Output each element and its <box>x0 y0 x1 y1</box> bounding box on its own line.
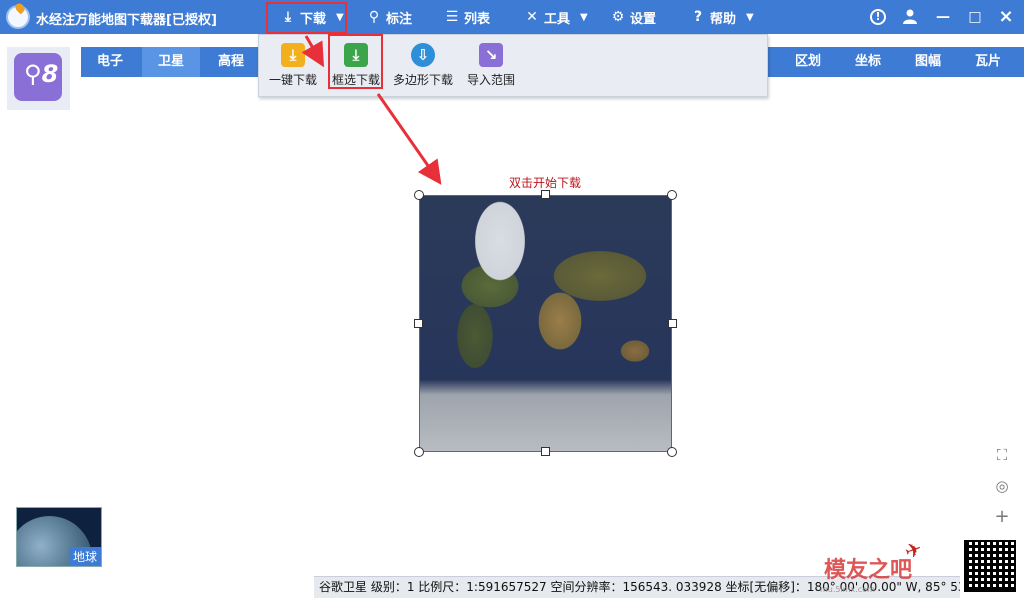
menu-list-label: 列表 <box>464 11 491 27</box>
tab-electronic[interactable]: 电子 <box>81 47 139 77</box>
info-icon[interactable]: ! <box>870 9 886 25</box>
polygon-download-icon: ⇩ <box>411 43 435 67</box>
menu-tools-label: 工具 <box>544 11 571 27</box>
resize-handle-top-right[interactable] <box>667 190 677 200</box>
maximize-button[interactable]: □ <box>966 8 984 26</box>
polygon-download-label: 多边形下载 <box>392 73 453 87</box>
resize-handle-bottom[interactable] <box>541 447 550 456</box>
resize-handle-right[interactable] <box>668 319 677 328</box>
map-logo: ⚲8 <box>7 47 70 110</box>
resize-handle-bottom-right[interactable] <box>667 447 677 457</box>
menu-annotate[interactable]: ⚲ 标注 <box>366 7 412 27</box>
app-title: 水经注万能地图下载器[已授权] <box>36 13 217 28</box>
globe-label: 地球 <box>68 547 101 566</box>
minimize-button[interactable]: — <box>934 8 952 26</box>
arrow-to-selection <box>376 93 442 185</box>
list-icon: ☰ <box>445 9 459 25</box>
tools-icon: ✕ <box>526 9 538 25</box>
selected-map-area[interactable] <box>419 195 672 452</box>
chevron-down-icon: ▼ <box>746 11 754 23</box>
menu-tools[interactable]: ✕ 工具 ▼ <box>524 7 588 27</box>
title-bar: 水经注万能地图下载器[已授权] ⤓ 下载 ▼ ⚲ 标注 ☰ 列表 ✕ 工具 ▼ … <box>0 0 1024 34</box>
menu-list[interactable]: ☰ 列表 <box>444 7 490 27</box>
download-tray-icon: ⤓ <box>281 43 305 67</box>
locate-icon[interactable]: ◎ <box>993 477 1011 495</box>
map-location-icon: ⚲8 <box>14 53 62 101</box>
tab-district[interactable]: 区划 <box>779 47 837 77</box>
fullscreen-icon[interactable]: ⛶ <box>993 446 1011 464</box>
tab-satellite[interactable]: 卫星 <box>142 47 200 77</box>
gear-icon: ⚙ <box>611 9 625 25</box>
map-pin-icon: ⚲ <box>368 9 380 25</box>
globe-view-button[interactable]: 地球 <box>16 507 102 567</box>
watermark-text: 模友之吧 <box>824 558 913 583</box>
resize-handle-top[interactable] <box>541 190 550 199</box>
chevron-down-icon: ▼ <box>580 11 588 23</box>
watermark-url: mu.5imx.com <box>820 585 875 594</box>
tab-coordinate[interactable]: 坐标 <box>839 47 897 77</box>
menu-help[interactable]: ? 帮助 ▼ <box>690 7 754 27</box>
tab-tile[interactable]: 瓦片 <box>959 47 1017 77</box>
one-click-download-item[interactable]: ⤓ 一键下载 <box>267 43 319 88</box>
zoom-in-icon[interactable]: + <box>993 508 1011 526</box>
app-logo-icon <box>6 5 30 29</box>
one-click-download-label: 一键下载 <box>268 73 317 87</box>
help-icon: ? <box>693 9 703 25</box>
download-menu-highlight <box>266 2 347 34</box>
map-type-tabs-left: 电子 卫星 高程 <box>81 47 261 77</box>
menu-settings[interactable]: ⚙ 设置 <box>610 7 656 27</box>
resize-handle-bottom-left[interactable] <box>414 447 424 457</box>
import-range-label: 导入范围 <box>466 73 515 87</box>
close-button[interactable]: × <box>997 8 1015 26</box>
map-type-tabs-right: 区划 坐标 图幅 瓦片 <box>767 47 1024 77</box>
box-download-highlight <box>328 34 383 89</box>
import-range-item[interactable]: ↘ 导入范围 <box>465 43 517 88</box>
tab-elevation[interactable]: 高程 <box>202 47 260 77</box>
selection-hint: 双击开始下载 <box>509 176 582 190</box>
tab-sheet[interactable]: 图幅 <box>899 47 957 77</box>
download-dropdown-menu: ⤓ 一键下载 ⤓ 框选下载 ⇩ 多边形下载 ↘ 导入范围 <box>258 34 768 97</box>
menu-help-label: 帮助 <box>710 11 737 27</box>
polygon-download-item[interactable]: ⇩ 多边形下载 <box>390 43 456 88</box>
resize-handle-left[interactable] <box>414 319 423 328</box>
menu-settings-label: 设置 <box>630 11 657 27</box>
menu-annotate-label: 标注 <box>386 11 413 27</box>
qr-code-icon <box>964 540 1016 592</box>
user-icon[interactable] <box>901 8 919 26</box>
resize-handle-top-left[interactable] <box>414 190 424 200</box>
import-range-icon: ↘ <box>479 43 503 67</box>
